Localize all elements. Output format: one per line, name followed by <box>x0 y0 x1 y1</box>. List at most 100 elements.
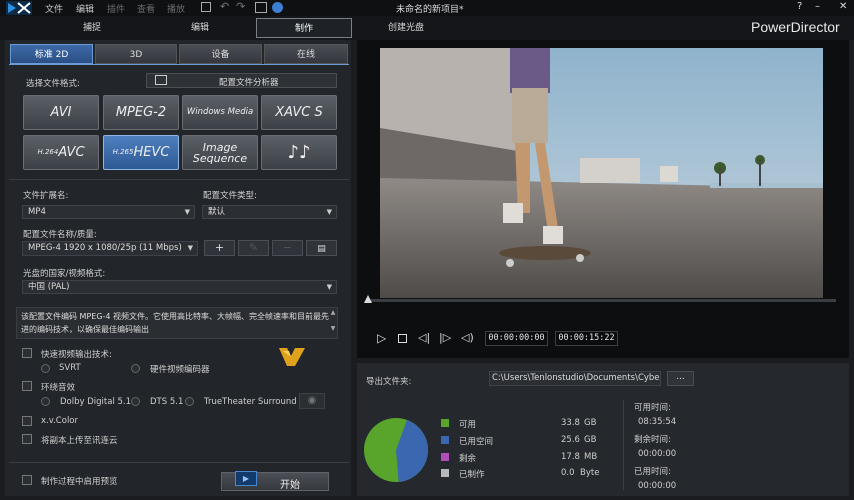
eye-settings-button[interactable]: ◉ <box>299 393 325 409</box>
undo-icon[interactable]: ↶ <box>220 0 229 13</box>
svrt-radio[interactable] <box>41 364 50 373</box>
legend-available-value: 33.8 <box>561 418 580 428</box>
play-icon[interactable]: ▷ <box>377 331 386 345</box>
duration-time: 00:00:15:22 <box>555 331 618 346</box>
export-divider <box>623 400 624 490</box>
close-button[interactable]: ✕ <box>839 1 847 12</box>
format-hevc-sup: H.265 <box>112 148 134 156</box>
legend-remaining-unit: MB <box>584 452 598 462</box>
country-value: 中国 (PAL) <box>28 282 70 292</box>
redo-icon[interactable]: ↷ <box>236 0 245 13</box>
tab-content-border <box>9 64 349 65</box>
help-button[interactable]: ? <box>797 1 802 12</box>
chevron-down-icon: ▼ <box>184 208 190 216</box>
format-avi-button[interactable]: AVI <box>23 95 99 130</box>
extension-select[interactable]: MP4 ▼ <box>22 205 195 219</box>
tab-3d[interactable]: 3D <box>95 44 177 64</box>
film-icon: ▶ <box>235 471 257 486</box>
dts-label: DTS 5.1 <box>150 397 184 407</box>
remaining-time-label: 剩余时间: <box>634 435 671 445</box>
export-path-value: C:\Users\Tenlonstudio\Documents\CyberL <box>492 373 661 383</box>
menu-file[interactable]: 文件 <box>45 2 63 15</box>
format-hevc-label: HEVC <box>133 145 170 160</box>
format-image-sequence-button[interactable]: Image Sequence <box>182 135 258 170</box>
list-icon: ▤ <box>317 244 326 254</box>
legend-remaining-value: 17.8 <box>561 452 580 462</box>
format-audio-button[interactable]: ♪♪ <box>261 135 337 170</box>
tab-create-disc[interactable]: 创建光盘 <box>372 18 440 38</box>
browse-label: ... <box>676 372 685 382</box>
cloud-upload-label: 将副本上传至讯连云 <box>41 436 118 446</box>
hw-encoder-radio[interactable] <box>131 364 140 373</box>
browse-folder-button[interactable]: ... <box>667 371 694 386</box>
menu-view[interactable]: 查看 <box>137 2 155 15</box>
minimize-button[interactable]: – <box>815 1 820 12</box>
legend-produced-swatch <box>441 469 449 477</box>
cloud-upload-checkbox[interactable] <box>22 434 32 444</box>
description-scrollbar[interactable]: ▲ ▼ <box>330 309 336 337</box>
stop-icon[interactable] <box>398 334 407 343</box>
fast-output-label: 快速视频输出技术: <box>41 350 112 360</box>
start-button[interactable]: ▶ 开始 <box>221 471 329 491</box>
legend-produced-label: 已制作 <box>459 470 485 480</box>
fast-output-checkbox[interactable] <box>22 348 32 358</box>
profile-analyzer-button[interactable]: 配置文件分析器 <box>146 73 337 88</box>
profile-description: 该配置文件编码 MPEG-4 视频文件。它使用高比特率、大帧幅、完全帧速率和目前… <box>16 307 338 339</box>
format-avc-sup: H.264 <box>37 148 59 156</box>
volume-icon[interactable]: ◁) <box>461 331 474 344</box>
export-folder-path[interactable]: C:\Users\Tenlonstudio\Documents\CyberL <box>489 371 661 386</box>
edit-profile-button[interactable]: ✎ <box>238 240 269 256</box>
velocity-logo <box>277 346 307 368</box>
format-mpeg2-label: MPEG-2 <box>115 105 167 120</box>
save-icon[interactable] <box>201 2 211 12</box>
xvcolor-checkbox[interactable] <box>22 416 32 426</box>
menu-plugins[interactable]: 插件 <box>107 2 125 15</box>
brand-name: PowerDirector <box>751 19 840 35</box>
start-label: 开始 <box>280 480 300 491</box>
tab-standard-2d[interactable]: 标准 2D <box>10 44 93 64</box>
dts-radio[interactable] <box>131 397 140 406</box>
user-icon[interactable] <box>272 2 283 13</box>
profile-name-select[interactable]: MPEG-4 1920 x 1080/25p (11 Mbps) ▼ <box>22 241 198 256</box>
playhead-handle[interactable] <box>364 295 372 303</box>
chevron-down-icon: ▼ <box>326 283 332 291</box>
current-time: 00:00:00:00 <box>485 331 548 346</box>
tab-produce[interactable]: 制作 <box>256 18 352 38</box>
chevron-down-icon: ▼ <box>187 244 193 252</box>
country-select[interactable]: 中国 (PAL) ▼ <box>22 280 337 294</box>
format-avc-button[interactable]: H.264 AVC <box>23 135 99 170</box>
surround-checkbox[interactable] <box>22 381 32 391</box>
profile-name-label: 配置文件名称/质量: <box>23 230 97 240</box>
menu-playback[interactable]: 播放 <box>167 2 185 15</box>
remaining-time-value: 00:00:00 <box>638 449 677 459</box>
format-mpeg2-button[interactable]: MPEG-2 <box>103 95 179 130</box>
profile-name-value: MPEG-4 1920 x 1080/25p (11 Mbps) <box>28 243 182 253</box>
enable-preview-checkbox[interactable] <box>22 475 32 485</box>
menu-edit[interactable]: 编辑 <box>76 2 94 15</box>
legend-used-value: 25.6 <box>561 435 580 445</box>
tab-device[interactable]: 设备 <box>179 44 262 64</box>
truetheater-radio[interactable] <box>185 397 194 406</box>
profile-icon[interactable] <box>255 2 267 13</box>
profile-type-select[interactable]: 默认 ▼ <box>202 205 337 219</box>
format-xavcs-button[interactable]: XAVC S <box>261 95 337 130</box>
timeline-scrubber[interactable] <box>364 295 836 303</box>
legend-used-label: 已用空间 <box>459 437 494 447</box>
add-profile-button[interactable]: + <box>204 240 235 256</box>
tab-online[interactable]: 在线 <box>264 44 348 64</box>
tab-capture[interactable]: 捕捉 <box>60 18 124 38</box>
legend-produced-unit: Byte <box>580 468 600 478</box>
chevron-down-icon: ▼ <box>326 208 332 216</box>
next-frame-icon[interactable]: |▷ <box>439 331 451 344</box>
tab-edit[interactable]: 编辑 <box>168 18 232 38</box>
title-bar: 文件 编辑 插件 查看 播放 ↶ ↷ 未命名的新项目* ? – ✕ <box>0 0 854 16</box>
legend-used-unit: GB <box>584 435 597 445</box>
prev-frame-icon[interactable]: ◁| <box>418 331 430 344</box>
format-hevc-button[interactable]: H.265 HEVC <box>103 135 179 170</box>
legend-used-swatch <box>441 436 449 444</box>
remove-profile-button[interactable]: − <box>272 240 303 256</box>
format-wmv-label: Windows Media <box>186 107 254 117</box>
profile-details-button[interactable]: ▤ <box>306 240 337 256</box>
format-windows-media-button[interactable]: Windows Media <box>182 95 258 130</box>
dolby-radio[interactable] <box>41 397 50 406</box>
